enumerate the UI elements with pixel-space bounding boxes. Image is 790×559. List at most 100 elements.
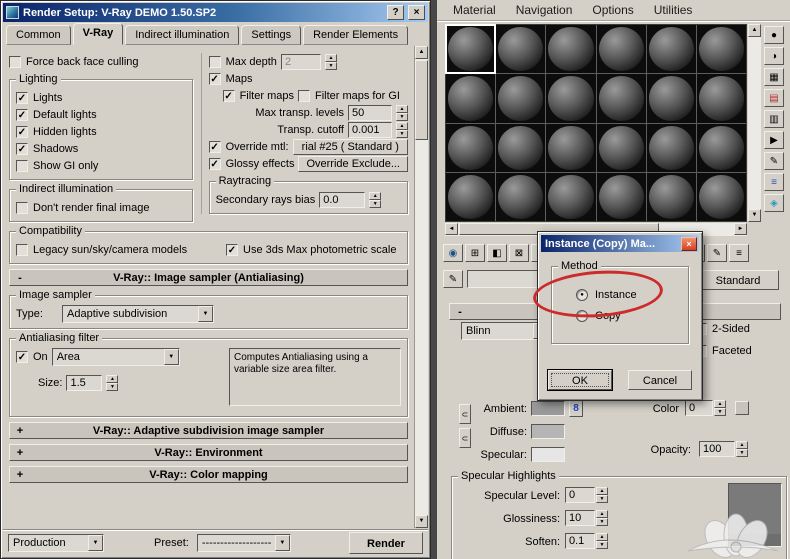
material-slot[interactable] [646,123,696,172]
material-slot[interactable] [546,74,596,123]
spinner-down-icon[interactable]: ▼ [736,449,748,457]
assign-material-to-selection-icon[interactable]: ◧ [487,244,507,262]
material-slot[interactable] [696,172,746,221]
material-slot[interactable] [696,74,746,123]
preset-dropdown[interactable]: -------------------- ▼ [196,534,291,552]
material-slot[interactable] [496,74,546,123]
lock-ambient-diffuse-button[interactable]: ⊂ [459,404,471,424]
max-depth-spinner[interactable]: ▲ ▼ [324,53,337,70]
render-setup-titlebar[interactable]: Render Setup: V-Ray DEMO 1.50.SP2 ? × [3,3,428,22]
material-slot[interactable] [546,123,596,172]
spinner-down-icon[interactable]: ▼ [396,129,408,138]
material-slot[interactable] [596,123,646,172]
rollout-color-mapping[interactable]: + V-Ray:: Color mapping [9,466,408,483]
material-slot[interactable] [496,172,546,221]
spinner-up-icon[interactable]: ▲ [714,400,726,408]
material-type-button[interactable]: Standard [697,270,779,290]
specular-color-swatch[interactable] [531,447,565,462]
spinner-up-icon[interactable]: ▲ [596,487,608,495]
spinner-down-icon[interactable]: ▼ [396,112,408,121]
checkbox-force-back-face-culling[interactable]: Force back face culling [9,53,193,70]
opacity-field[interactable]: 100 [699,441,735,457]
material-slot[interactable] [596,172,646,221]
pick-material-icon[interactable]: ✎ [707,244,727,262]
chevron-down-icon[interactable]: ▼ [88,535,103,551]
spinner-up-icon[interactable]: ▲ [369,191,382,200]
material-slot[interactable] [646,25,696,74]
menu-navigation[interactable]: Navigation [516,3,573,17]
checkbox-use-photometric-scale[interactable]: ✓ Use 3ds Max photometric scale [226,241,396,258]
chevron-down-icon[interactable]: ▼ [274,535,290,551]
spinner-up-icon[interactable]: ▲ [596,533,608,541]
select-by-material-icon[interactable]: ≡ [764,173,784,191]
sample-uv-tiling-icon[interactable]: ▤ [764,89,784,107]
eyedropper-icon[interactable]: ✎ [443,270,463,288]
rollout-image-sampler[interactable]: - V-Ray:: Image sampler (Antialiasing) [9,269,408,286]
spinner-down-icon[interactable]: ▼ [596,541,608,549]
lock-diffuse-specular-button[interactable]: ⊂ [459,428,471,448]
material-slot[interactable] [446,123,496,172]
scroll-right-icon[interactable]: ► [734,223,747,235]
get-material-icon[interactable]: ◉ [443,244,463,262]
size-field[interactable]: 1.5 [66,374,103,391]
tab-render-elements[interactable]: Render Elements [303,25,409,45]
rollout-expand-icon[interactable]: + [10,425,30,437]
max-transp-spinner[interactable]: ▲ ▼ [396,104,408,121]
material-slot[interactable] [696,123,746,172]
scroll-up-icon[interactable]: ▲ [748,24,761,37]
opacity-spinner[interactable]: ▲ ▼ [736,441,748,457]
slots-vertical-scrollbar[interactable]: ▲ ▼ [748,24,761,222]
spinner-up-icon[interactable]: ▲ [396,121,408,130]
rollout-expand-icon[interactable]: + [10,447,30,459]
checkbox-shadows[interactable]: ✓ Shadows [16,140,186,157]
checkbox-override-mtl[interactable]: ✓ Override mtl: [208,138,289,155]
rollout-adaptive-subdivision[interactable]: + V-Ray:: Adaptive subdivision image sam… [9,422,408,439]
soften-field[interactable]: 0.1 [565,533,595,549]
rollout-collapse-icon[interactable]: - [10,272,30,284]
backlight-icon[interactable]: ◑ [764,47,784,65]
scroll-left-icon[interactable]: ◄ [445,223,458,235]
self-illumination-field[interactable]: 0 [685,400,713,416]
spinner-up-icon[interactable]: ▲ [596,510,608,518]
reset-map-icon[interactable]: ⊠ [509,244,529,262]
checkbox-dont-render-final-image[interactable]: Don't render final image [16,199,186,216]
material-slot[interactable] [446,172,496,221]
material-slot[interactable] [596,74,646,123]
checkbox-hidden-lights[interactable]: ✓ Hidden lights [16,123,186,140]
self-illumination-spinner[interactable]: ▲ ▼ [714,400,726,416]
checkbox-aa-on[interactable]: ✓ On [16,349,48,366]
sample-type-icon[interactable]: ● [764,26,784,44]
material-slot[interactable] [596,25,646,74]
help-button[interactable]: ? [387,5,404,20]
options-icon[interactable]: ✎ [764,152,784,170]
chevron-down-icon[interactable]: ▼ [163,349,179,365]
scroll-down-icon[interactable]: ▼ [748,209,761,222]
render-mode-dropdown[interactable]: Production ▼ [8,534,104,552]
material-map-navigator-icon[interactable]: ◈ [764,194,784,212]
scroll-down-icon[interactable]: ▼ [415,515,428,528]
tab-indirect-illumination[interactable]: Indirect illumination [125,25,240,45]
material-slot[interactable] [546,172,596,221]
menu-material[interactable]: Material [453,3,496,17]
video-color-check-icon[interactable]: ▥ [764,110,784,128]
material-slot[interactable] [496,25,546,74]
material-slot-selected[interactable] [444,23,497,75]
transp-cutoff-spinner[interactable]: ▲ ▼ [396,121,408,138]
material-slot[interactable] [546,25,596,74]
lock-icon[interactable]: 8 [569,400,583,417]
checkbox-lights[interactable]: ✓ Lights [16,89,186,106]
rollout-environment[interactable]: + V-Ray:: Environment [9,444,408,461]
scrollbar-thumb[interactable] [415,60,428,140]
checkbox-faceted[interactable]: Faceted [695,342,752,359]
secondary-rays-bias-spinner[interactable]: ▲ ▼ [369,191,382,208]
menu-options[interactable]: Options [592,3,633,17]
material-slot[interactable] [646,74,696,123]
soften-spinner[interactable]: ▲ ▼ [596,533,608,549]
render-button[interactable]: Render [349,532,423,554]
spinner-up-icon[interactable]: ▲ [736,441,748,449]
checkbox-legacy-sun-sky-camera[interactable]: Legacy sun/sky/camera models [16,241,212,258]
spinner-up-icon[interactable]: ▲ [106,374,119,383]
checkbox-show-gi-only[interactable]: Show GI only [16,157,186,174]
checkbox-default-lights[interactable]: ✓ Default lights [16,106,186,123]
spinner-up-icon[interactable]: ▲ [324,53,337,62]
